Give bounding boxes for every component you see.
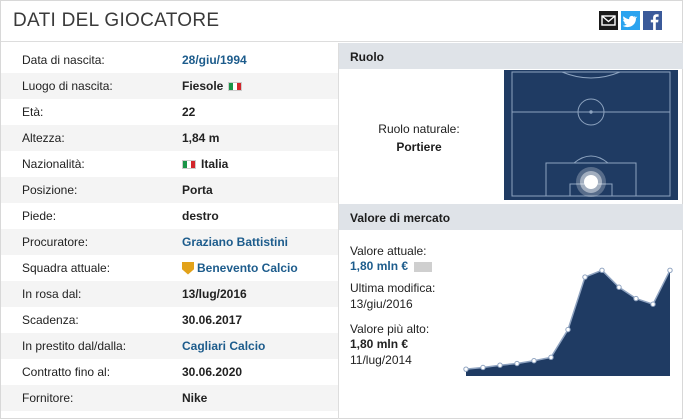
detail-label: Fornitore: xyxy=(22,391,74,405)
page-title: DATI DEL GIOCATORE xyxy=(13,10,220,31)
detail-label: Posizione: xyxy=(22,183,78,197)
natural-role-value: Portiere xyxy=(396,140,442,154)
detail-row: Scadenza: 30.06.2017 xyxy=(1,307,338,333)
detail-row: Altezza: 1,84 m xyxy=(1,125,338,151)
player-data-card: DATI DEL GIOCATORE Data di nascita: 28/gi… xyxy=(0,0,683,419)
detail-row: Età: 22 xyxy=(1,99,338,125)
detail-value-text: 13/lug/2016 xyxy=(182,287,247,301)
detail-row: Fornitore: Nike xyxy=(1,385,338,411)
detail-value: 22 xyxy=(182,105,195,119)
current-value[interactable]: 1,80 mln € xyxy=(350,259,433,273)
player-details-list: Data di nascita: 28/giu/1994 Luogo di nasc… xyxy=(1,43,338,419)
detail-value-text: Italia xyxy=(201,157,229,171)
pitch-diagram xyxy=(504,70,678,200)
detail-value: Porta xyxy=(182,183,213,197)
detail-value: 13/lug/2016 xyxy=(182,287,247,301)
chart-point[interactable] xyxy=(599,267,605,273)
card-header: DATI DEL GIOCATORE xyxy=(1,1,682,42)
detail-value-text: 1,84 m xyxy=(182,131,220,145)
detail-row: Piede: destro xyxy=(1,203,338,229)
detail-row: Contratto fino al: 30.06.2020 xyxy=(1,359,338,385)
detail-label: Scadenza: xyxy=(22,313,79,327)
twitter-icon[interactable] xyxy=(621,11,640,30)
detail-value[interactable]: Benevento Calcio xyxy=(182,261,298,275)
detail-label: Data di nascita: xyxy=(22,53,105,67)
chart-point[interactable] xyxy=(463,366,469,372)
club-crest-icon xyxy=(182,261,194,275)
detail-value: 1,84 m xyxy=(182,131,219,145)
detail-label: In rosa dal: xyxy=(22,287,82,301)
detail-value[interactable]: Graziano Battistini xyxy=(182,235,288,249)
chart-point[interactable] xyxy=(565,326,571,333)
chart-point[interactable] xyxy=(633,295,639,302)
market-value-chart xyxy=(463,267,673,376)
chart-point[interactable] xyxy=(531,358,537,364)
facebook-icon[interactable] xyxy=(643,11,662,30)
chart-point[interactable] xyxy=(480,364,486,371)
social-share-bar xyxy=(599,11,662,30)
detail-row: Squadra attuale: Benevento Calcio xyxy=(1,255,338,281)
detail-label: Contratto fino al: xyxy=(22,365,111,379)
chart-point[interactable] xyxy=(514,360,520,367)
chart-point[interactable] xyxy=(582,274,588,280)
detail-value-text: Fiesole xyxy=(182,79,224,93)
highest-value: 1,80 mln € xyxy=(350,337,409,351)
chart-point[interactable] xyxy=(548,354,554,361)
thumbs-icon[interactable] xyxy=(414,261,433,272)
highest-value-label: Valore più alto: xyxy=(350,322,430,336)
detail-value-text[interactable]: Benevento Calcio xyxy=(197,261,298,275)
detail-value[interactable]: Cagliari Calcio xyxy=(182,339,265,353)
italy-flag-icon xyxy=(182,159,196,169)
highest-value-date: 11/lug/2014 xyxy=(350,353,412,367)
detail-label: In prestito dal/dalla: xyxy=(22,339,127,353)
ruolo-heading: Ruolo xyxy=(339,43,683,69)
chart-point[interactable] xyxy=(650,301,656,307)
chart-point[interactable] xyxy=(616,284,622,290)
goalkeeper-position-marker xyxy=(576,167,606,197)
detail-row: Posizione: Porta xyxy=(1,177,338,203)
detail-row: Luogo di nascita: Fiesole xyxy=(1,73,338,99)
chart-point[interactable] xyxy=(497,362,503,368)
italy-flag-icon xyxy=(228,81,243,91)
detail-value-text: Nike xyxy=(182,391,208,405)
detail-row: Data di nascita: 28/giu/1994 xyxy=(1,47,338,73)
detail-value-text: destro xyxy=(182,209,219,223)
detail-label: Luogo di nascita: xyxy=(22,79,113,93)
detail-value-text[interactable]: Cagliari Calcio xyxy=(182,339,265,353)
detail-value[interactable]: 28/giu/1994 xyxy=(182,53,247,67)
detail-value: Fiesole xyxy=(182,79,243,93)
detail-row: In rosa dal: 13/lug/2016 xyxy=(1,281,338,307)
detail-value: 30.06.2017 xyxy=(182,313,242,327)
detail-label: Piede: xyxy=(22,209,57,223)
email-icon[interactable] xyxy=(599,11,618,30)
detail-value: destro xyxy=(182,209,219,223)
detail-label: Età: xyxy=(22,105,44,119)
detail-value-text: 22 xyxy=(182,105,196,119)
detail-row: Nazionalità: Italia xyxy=(1,151,338,177)
detail-label: Squadra attuale: xyxy=(22,261,111,275)
chart-area xyxy=(466,270,670,376)
natural-role-label: Ruolo naturale: xyxy=(378,122,460,136)
detail-value-text[interactable]: 28/giu/1994 xyxy=(182,53,247,67)
detail-value-text: 30.06.2017 xyxy=(182,313,243,327)
detail-value-text: 30.06.2020 xyxy=(182,365,243,379)
last-modified-value: 13/giu/2016 xyxy=(350,297,413,311)
market-value-heading: Valore di mercato xyxy=(339,204,683,230)
detail-label: Altezza: xyxy=(22,131,65,145)
detail-row: Procuratore: Graziano Battistini xyxy=(1,229,338,255)
detail-value: Italia xyxy=(182,157,228,171)
detail-value-text: Porta xyxy=(182,183,213,197)
last-modified-label: Ultima modifica: xyxy=(350,281,436,295)
detail-value-text[interactable]: Graziano Battistini xyxy=(182,235,288,249)
detail-value: Nike xyxy=(182,391,207,405)
detail-value: 30.06.2020 xyxy=(182,365,242,379)
detail-label: Nazionalità: xyxy=(22,157,85,171)
detail-label: Procuratore: xyxy=(22,235,89,249)
detail-row: In prestito dal/dalla: Cagliari Calcio xyxy=(1,333,338,359)
chart-point[interactable] xyxy=(667,267,673,273)
current-value-label: Valore attuale: xyxy=(350,244,427,258)
